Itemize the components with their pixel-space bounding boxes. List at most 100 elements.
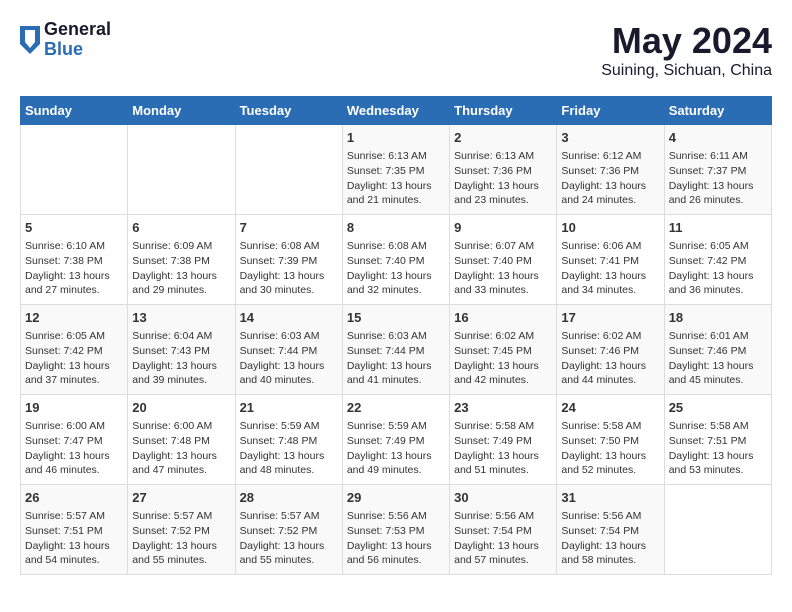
day-number: 19 bbox=[25, 399, 123, 417]
calendar-table: Sunday Monday Tuesday Wednesday Thursday… bbox=[20, 96, 772, 575]
day-number: 31 bbox=[561, 489, 659, 507]
calendar-cell: 23 Sunrise: 5:58 AM Sunset: 7:49 PM Dayli… bbox=[450, 395, 557, 485]
calendar-cell: 30 Sunrise: 5:56 AM Sunset: 7:54 PM Dayli… bbox=[450, 485, 557, 575]
day-number: 3 bbox=[561, 129, 659, 147]
logo: General Blue bbox=[20, 20, 111, 60]
logo-icon bbox=[20, 26, 40, 54]
day-info: Sunrise: 6:00 AM Sunset: 7:48 PM Dayligh… bbox=[132, 419, 230, 478]
calendar-cell: 2 Sunrise: 6:13 AM Sunset: 7:36 PM Daylig… bbox=[450, 125, 557, 215]
day-number: 11 bbox=[669, 219, 767, 237]
col-thursday: Thursday bbox=[450, 97, 557, 125]
calendar-cell: 5 Sunrise: 6:10 AM Sunset: 7:38 PM Daylig… bbox=[21, 215, 128, 305]
day-number: 16 bbox=[454, 309, 552, 327]
col-tuesday: Tuesday bbox=[235, 97, 342, 125]
day-number: 4 bbox=[669, 129, 767, 147]
day-number: 1 bbox=[347, 129, 445, 147]
day-info: Sunrise: 6:05 AM Sunset: 7:42 PM Dayligh… bbox=[25, 329, 123, 388]
subtitle: Suining, Sichuan, China bbox=[601, 62, 772, 80]
day-info: Sunrise: 6:12 AM Sunset: 7:36 PM Dayligh… bbox=[561, 149, 659, 208]
calendar-cell: 20Sunrise: 6:00 AM Sunset: 7:48 PM Dayli… bbox=[128, 395, 235, 485]
calendar-cell: 18Sunrise: 6:01 AM Sunset: 7:46 PM Dayli… bbox=[664, 305, 771, 395]
day-info: Sunrise: 6:07 AM Sunset: 7:40 PM Dayligh… bbox=[454, 239, 552, 298]
day-info: Sunrise: 5:58 AM Sunset: 7:51 PM Dayligh… bbox=[669, 419, 767, 478]
calendar-cell: 15 Sunrise: 6:03 AM Sunset: 7:44 PM Dayli… bbox=[342, 305, 449, 395]
day-number: 17 bbox=[561, 309, 659, 327]
day-info: Sunrise: 5:59 AM Sunset: 7:49 PM Dayligh… bbox=[347, 419, 445, 478]
day-info: Sunrise: 6:08 AM Sunset: 7:40 PM Dayligh… bbox=[347, 239, 445, 298]
day-info: Sunrise: 6:06 AM Sunset: 7:41 PM Dayligh… bbox=[561, 239, 659, 298]
title-block: May 2024 Suining, Sichuan, China bbox=[601, 20, 772, 80]
day-info: Sunrise: 5:57 AM Sunset: 7:51 PM Dayligh… bbox=[25, 509, 123, 568]
day-info: Sunrise: 6:03 AM Sunset: 7:44 PM Dayligh… bbox=[240, 329, 338, 388]
day-info: Sunrise: 5:57 AM Sunset: 7:52 PM Dayligh… bbox=[132, 509, 230, 568]
calendar-week-row: 26 Sunrise: 5:57 AM Sunset: 7:51 PM Dayli… bbox=[21, 485, 772, 575]
calendar-cell: 13 Sunrise: 6:04 AM Sunset: 7:43 PM Dayli… bbox=[128, 305, 235, 395]
calendar-cell: 6Sunrise: 6:09 AM Sunset: 7:38 PM Daylig… bbox=[128, 215, 235, 305]
calendar-cell: 9 Sunrise: 6:07 AM Sunset: 7:40 PM Daylig… bbox=[450, 215, 557, 305]
day-info: Sunrise: 6:03 AM Sunset: 7:44 PM Dayligh… bbox=[347, 329, 445, 388]
calendar-cell: 21Sunrise: 5:59 AM Sunset: 7:48 PM Dayli… bbox=[235, 395, 342, 485]
day-number: 7 bbox=[240, 219, 338, 237]
calendar-cell bbox=[235, 125, 342, 215]
day-info: Sunrise: 6:00 AM Sunset: 7:47 PM Dayligh… bbox=[25, 419, 123, 478]
day-info: Sunrise: 6:01 AM Sunset: 7:46 PM Dayligh… bbox=[669, 329, 767, 388]
calendar-cell bbox=[664, 485, 771, 575]
main-title: May 2024 bbox=[601, 20, 772, 62]
day-number: 13 bbox=[132, 309, 230, 327]
day-info: Sunrise: 6:02 AM Sunset: 7:46 PM Dayligh… bbox=[561, 329, 659, 388]
day-info: Sunrise: 5:57 AM Sunset: 7:52 PM Dayligh… bbox=[240, 509, 338, 568]
col-monday: Monday bbox=[128, 97, 235, 125]
page-header: General Blue May 2024 Suining, Sichuan, … bbox=[20, 20, 772, 80]
day-number: 10 bbox=[561, 219, 659, 237]
calendar-cell: 14 Sunrise: 6:03 AM Sunset: 7:44 PM Dayli… bbox=[235, 305, 342, 395]
day-info: Sunrise: 6:13 AM Sunset: 7:35 PM Dayligh… bbox=[347, 149, 445, 208]
col-sunday: Sunday bbox=[21, 97, 128, 125]
day-info: Sunrise: 5:56 AM Sunset: 7:54 PM Dayligh… bbox=[454, 509, 552, 568]
calendar-cell: 27Sunrise: 5:57 AM Sunset: 7:52 PM Dayli… bbox=[128, 485, 235, 575]
day-number: 12 bbox=[25, 309, 123, 327]
logo-blue-text: Blue bbox=[44, 40, 111, 60]
calendar-week-row: 5 Sunrise: 6:10 AM Sunset: 7:38 PM Daylig… bbox=[21, 215, 772, 305]
day-number: 26 bbox=[25, 489, 123, 507]
day-number: 5 bbox=[25, 219, 123, 237]
header-row: Sunday Monday Tuesday Wednesday Thursday… bbox=[21, 97, 772, 125]
calendar-cell: 4Sunrise: 6:11 AM Sunset: 7:37 PM Daylig… bbox=[664, 125, 771, 215]
day-number: 23 bbox=[454, 399, 552, 417]
day-number: 24 bbox=[561, 399, 659, 417]
day-info: Sunrise: 6:02 AM Sunset: 7:45 PM Dayligh… bbox=[454, 329, 552, 388]
calendar-cell: 19 Sunrise: 6:00 AM Sunset: 7:47 PM Dayli… bbox=[21, 395, 128, 485]
calendar-cell: 17 Sunrise: 6:02 AM Sunset: 7:46 PM Dayli… bbox=[557, 305, 664, 395]
calendar-header: Sunday Monday Tuesday Wednesday Thursday… bbox=[21, 97, 772, 125]
calendar-cell: 8 Sunrise: 6:08 AM Sunset: 7:40 PM Daylig… bbox=[342, 215, 449, 305]
day-number: 29 bbox=[347, 489, 445, 507]
calendar-week-row: 12 Sunrise: 6:05 AM Sunset: 7:42 PM Dayli… bbox=[21, 305, 772, 395]
day-info: Sunrise: 6:13 AM Sunset: 7:36 PM Dayligh… bbox=[454, 149, 552, 208]
day-number: 25 bbox=[669, 399, 767, 417]
day-number: 14 bbox=[240, 309, 338, 327]
day-info: Sunrise: 5:58 AM Sunset: 7:49 PM Dayligh… bbox=[454, 419, 552, 478]
day-number: 8 bbox=[347, 219, 445, 237]
day-info: Sunrise: 6:04 AM Sunset: 7:43 PM Dayligh… bbox=[132, 329, 230, 388]
col-friday: Friday bbox=[557, 97, 664, 125]
calendar-cell bbox=[21, 125, 128, 215]
day-number: 9 bbox=[454, 219, 552, 237]
calendar-cell: 29 Sunrise: 5:56 AM Sunset: 7:53 PM Dayli… bbox=[342, 485, 449, 575]
calendar-cell: 12 Sunrise: 6:05 AM Sunset: 7:42 PM Dayli… bbox=[21, 305, 128, 395]
day-info: Sunrise: 5:56 AM Sunset: 7:53 PM Dayligh… bbox=[347, 509, 445, 568]
day-number: 2 bbox=[454, 129, 552, 147]
calendar-cell: 16 Sunrise: 6:02 AM Sunset: 7:45 PM Dayli… bbox=[450, 305, 557, 395]
day-number: 28 bbox=[240, 489, 338, 507]
day-number: 21 bbox=[240, 399, 338, 417]
day-number: 30 bbox=[454, 489, 552, 507]
calendar-cell: 26 Sunrise: 5:57 AM Sunset: 7:51 PM Dayli… bbox=[21, 485, 128, 575]
day-number: 15 bbox=[347, 309, 445, 327]
day-info: Sunrise: 6:10 AM Sunset: 7:38 PM Dayligh… bbox=[25, 239, 123, 298]
day-info: Sunrise: 6:05 AM Sunset: 7:42 PM Dayligh… bbox=[669, 239, 767, 298]
calendar-cell: 1 Sunrise: 6:13 AM Sunset: 7:35 PM Daylig… bbox=[342, 125, 449, 215]
day-info: Sunrise: 6:09 AM Sunset: 7:38 PM Dayligh… bbox=[132, 239, 230, 298]
calendar-week-row: 1 Sunrise: 6:13 AM Sunset: 7:35 PM Daylig… bbox=[21, 125, 772, 215]
col-saturday: Saturday bbox=[664, 97, 771, 125]
calendar-week-row: 19 Sunrise: 6:00 AM Sunset: 7:47 PM Dayli… bbox=[21, 395, 772, 485]
calendar-cell: 7Sunrise: 6:08 AM Sunset: 7:39 PM Daylig… bbox=[235, 215, 342, 305]
day-info: Sunrise: 5:58 AM Sunset: 7:50 PM Dayligh… bbox=[561, 419, 659, 478]
